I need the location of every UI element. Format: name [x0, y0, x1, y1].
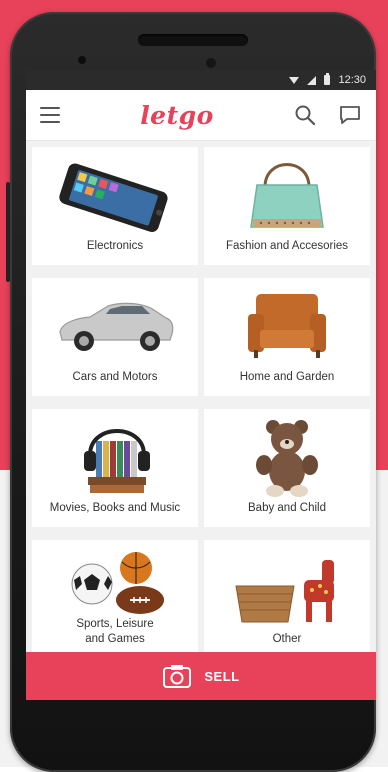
car-image [32, 284, 198, 364]
side-button [6, 182, 10, 282]
app-bar-actions [294, 104, 362, 126]
handbag-image [204, 153, 370, 233]
app-logo: letgo [140, 100, 214, 130]
app-bar: letgo [26, 90, 376, 141]
category-label: Baby and Child [248, 502, 326, 515]
phone-frame: 12:30 letgo Electronics Fashion and Acce… [6, 12, 376, 772]
category-home[interactable]: Home and Garden [204, 278, 370, 396]
category-fashion[interactable]: Fashion and Accesories [204, 147, 370, 265]
chat-icon[interactable] [338, 104, 362, 126]
armchair-image [204, 284, 370, 364]
category-label: Other [272, 633, 302, 646]
category-label: Cars and Motors [72, 371, 158, 384]
category-label: Electronics [86, 240, 144, 253]
category-cars[interactable]: Cars and Motors [32, 278, 198, 396]
search-icon[interactable] [294, 104, 316, 126]
earpiece-speaker [138, 34, 248, 46]
phone-image [32, 153, 198, 233]
category-label: Movies, Books and Music [49, 502, 181, 515]
category-label: Fashion and Accesories [225, 240, 349, 253]
basket-and-horse-image [204, 546, 370, 626]
category-grid: Electronics Fashion and Accesories Cars … [26, 141, 376, 665]
sell-label: SELL [204, 668, 240, 684]
sports-balls-image [32, 546, 198, 626]
category-sports[interactable]: Sports, Leisure and Games [32, 540, 198, 658]
wifi-icon [289, 76, 300, 84]
battery-icon [324, 73, 331, 85]
proximity-sensor [206, 58, 216, 68]
category-other[interactable]: Other [204, 540, 370, 658]
camera-icon [163, 665, 192, 688]
status-bar: 12:30 [26, 70, 376, 90]
category-baby[interactable]: Baby and Child [204, 409, 370, 527]
screen: 12:30 letgo Electronics Fashion and Acce… [26, 70, 376, 700]
status-time: 12:30 [338, 74, 366, 86]
signal-icon [307, 75, 317, 85]
category-label: Home and Garden [239, 371, 335, 384]
teddy-bear-image [204, 415, 370, 497]
headphones-books-image [32, 415, 198, 495]
sell-button[interactable]: SELL [26, 652, 376, 700]
menu-icon[interactable] [40, 107, 60, 123]
front-camera [78, 56, 86, 64]
category-movies[interactable]: Movies, Books and Music [32, 409, 198, 527]
category-electronics[interactable]: Electronics [32, 147, 198, 265]
